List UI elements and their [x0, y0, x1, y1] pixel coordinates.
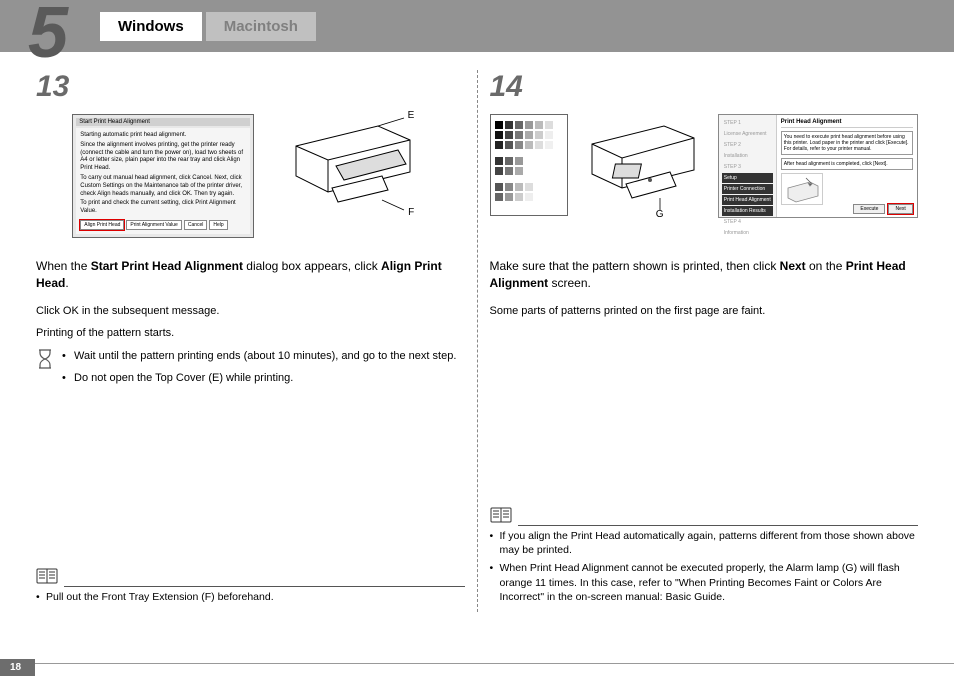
setup-message: You need to execute print head alignment…: [781, 131, 913, 155]
text: Click: [36, 305, 63, 317]
setup-message: After head alignment is completed, click…: [781, 158, 913, 170]
instruction-text: When the Start Print Head Alignment dial…: [36, 258, 465, 293]
text-bold: Start Print Head Alignment: [91, 259, 243, 273]
sub-instruction: Printing of the pattern starts.: [36, 325, 465, 342]
nav-step: STEP 4: [722, 217, 773, 227]
text: .: [722, 591, 725, 603]
text: on the: [806, 259, 846, 273]
dialog-title: Start Print Head Alignment: [76, 118, 250, 126]
dialog-text: To carry out manual head alignment, clic…: [80, 175, 246, 198]
print-alignment-value-button[interactable]: Print Alignment Value: [126, 220, 181, 231]
setup-title: Print Head Alignment: [781, 119, 913, 128]
align-print-head-button[interactable]: Align Print Head: [80, 220, 124, 231]
dialog-start-print-head-alignment: Start Print Head Alignment Starting auto…: [72, 114, 254, 238]
dialog-buttons: Align Print Head Print Alignment Value C…: [80, 220, 246, 231]
text: When the: [36, 259, 91, 273]
sub-instruction: Some parts of patterns printed on the fi…: [490, 303, 919, 320]
printer-illustration: E F: [278, 114, 428, 224]
dialog-body: Starting automatic print head alignment.…: [76, 128, 250, 234]
footer-divider: [0, 663, 954, 664]
figure-row-14: G STEP 1 License Agreement STEP 2 Instal…: [490, 114, 919, 244]
cancel-button[interactable]: Cancel: [184, 220, 208, 231]
nav-step: STEP 1: [722, 118, 773, 128]
printer-svg: [578, 114, 708, 218]
dialog-text: To print and check the current setting, …: [80, 200, 246, 216]
text: screen.: [548, 276, 591, 290]
step-number: 13: [36, 70, 465, 104]
nav-step: STEP 2: [722, 140, 773, 150]
text: When Print Head Alignment cannot be exec…: [500, 562, 786, 574]
next-button[interactable]: Next: [888, 204, 912, 214]
nav-step: STEP 3: [722, 162, 773, 172]
printer-svg: [278, 114, 428, 224]
instruction-text: Make sure that the pattern shown is prin…: [490, 258, 919, 293]
header-bar: Windows Macintosh: [0, 0, 954, 52]
book-icon: [36, 568, 58, 587]
hourglass-icon: [36, 348, 54, 393]
nav-item: Installation: [722, 151, 773, 161]
dialog-print-head-alignment: STEP 1 License Agreement STEP 2 Installa…: [718, 114, 918, 218]
sub-instruction: Click OK in the subsequent message.: [36, 303, 465, 320]
setup-nav: STEP 1 License Agreement STEP 2 Installa…: [719, 115, 777, 217]
text-bold: OK: [63, 305, 79, 317]
book-icon: [490, 507, 512, 526]
reference-item: When Print Head Alignment cannot be exec…: [490, 561, 919, 605]
note-item: Do not open the Top Cover (E) while prin…: [62, 370, 456, 387]
divider: [64, 586, 465, 587]
callout-g: G: [656, 209, 664, 220]
tab-macintosh: Macintosh: [206, 12, 316, 41]
text-bold: Alarm: [786, 562, 813, 574]
page-number: 18: [0, 659, 35, 676]
chapter-number: 5: [28, 0, 68, 74]
nav-item: Installation Results: [722, 206, 773, 216]
text: Make sure that the pattern shown is prin…: [490, 259, 780, 273]
note-block: Wait until the pattern printing ends (ab…: [36, 348, 465, 393]
reference-item: Pull out the Front Tray Extension (F) be…: [36, 590, 465, 605]
nav-item: Print Head Alignment: [722, 195, 773, 205]
nav-item: License Agreement: [722, 129, 773, 139]
help-button[interactable]: Help: [209, 220, 227, 231]
callout-f: F: [408, 207, 414, 218]
note-item: Wait until the pattern printing ends (ab…: [62, 348, 456, 365]
tab-windows: Windows: [100, 12, 202, 41]
callout-e: E: [408, 110, 415, 121]
nav-item: Printer Connection: [722, 184, 773, 194]
text-bold: Basic Guide: [665, 591, 722, 603]
text: dialog box appears, click: [243, 259, 381, 273]
setup-main: Print Head Alignment You need to execute…: [777, 115, 917, 217]
printer-illustration: G: [578, 114, 708, 218]
pattern-sheet: [490, 114, 568, 216]
reference-block: Pull out the Front Tray Extension (F) be…: [36, 568, 465, 608]
text: .: [65, 276, 68, 290]
dialog-text: Since the alignment involves printing, g…: [80, 142, 246, 173]
nav-item: Information: [722, 228, 773, 238]
figure-row-13: Start Print Head Alignment Starting auto…: [36, 114, 465, 244]
text-bold: Next: [780, 259, 806, 273]
divider: [518, 525, 919, 526]
column-step-13: 13 Start Print Head Alignment Starting a…: [24, 70, 478, 612]
reference-block: If you align the Print Head automaticall…: [490, 507, 919, 608]
reference-item: If you align the Print Head automaticall…: [490, 529, 919, 558]
setup-illustration: [781, 173, 823, 205]
content-area: 13 Start Print Head Alignment Starting a…: [0, 52, 954, 612]
dialog-text: Starting automatic print head alignment.: [80, 132, 246, 140]
nav-item: Setup: [722, 173, 773, 183]
execute-button[interactable]: Execute: [853, 204, 885, 214]
text: in the subsequent message.: [79, 305, 220, 317]
column-step-14: 14: [478, 70, 931, 612]
step-number: 14: [490, 70, 919, 104]
